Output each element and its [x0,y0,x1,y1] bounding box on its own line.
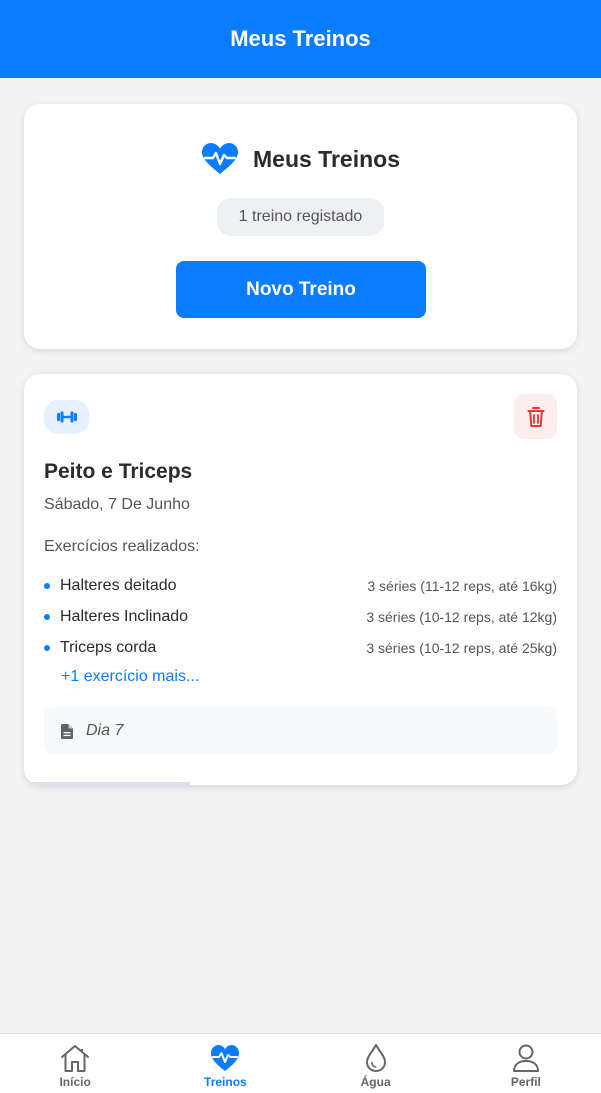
nav-item-workouts[interactable]: Treinos [150,1034,300,1093]
delete-workout-button[interactable] [514,394,557,439]
exercise-detail: 3 séries (10-12 reps, até 12kg) [366,608,557,625]
app-header: Meus Treinos [0,0,601,78]
nav-label-water: Água [360,1075,391,1089]
water-drop-icon [360,1043,392,1073]
workout-date: Sábado, 7 De Junho [44,496,190,513]
exercise-item: Halteres deitado 3 séries (11-12 reps, a… [44,570,557,601]
summary-heading: Meus Treinos [24,142,577,176]
nav-label-workouts: Treinos [204,1075,247,1089]
summary-card: Meus Treinos 1 treino registado Novo Tre… [24,104,577,349]
note-text: Dia 7 [86,722,124,739]
bullet-icon [44,645,50,651]
nav-label-home: Início [59,1075,91,1089]
exercise-item: Triceps corda 3 séries (10-12 reps, até … [44,632,557,663]
workout-note: Dia 7 [44,707,557,755]
workout-type-badge [44,400,89,434]
header-title: Meus Treinos [230,26,371,51]
exercise-detail: 3 séries (11-12 reps, até 16kg) [367,577,557,594]
home-icon [59,1043,91,1073]
workout-title: Peito e Triceps [44,460,193,483]
more-exercises-link[interactable]: +1 exercício mais... [61,668,199,686]
nav-item-water[interactable]: Água [301,1034,451,1093]
workout-count-text: 1 treino registado [238,208,363,225]
exercise-name: Halteres deitado [60,576,177,594]
exercises-heading: Exercícios realizados: [44,538,200,555]
nav-item-profile[interactable]: Perfil [451,1034,601,1093]
exercise-detail: 3 séries (10-12 reps, até 25kg) [366,639,557,656]
exercise-name: Triceps corda [60,638,157,656]
new-workout-button[interactable]: Novo Treino [176,261,426,318]
bullet-icon [44,583,50,589]
heart-pulse-icon [209,1043,241,1073]
exercise-list: Halteres deitado 3 séries (11-12 reps, a… [44,570,557,663]
dumbbell-icon [56,410,78,424]
user-icon [510,1043,542,1073]
heart-pulse-icon [201,142,239,176]
workout-card[interactable]: Peito e Triceps Sábado, 7 De Junho Exerc… [24,374,577,785]
exercise-item: Halteres Inclinado 3 séries (10-12 reps,… [44,601,557,632]
summary-title: Meus Treinos [253,145,400,172]
bottom-navigation: Início Treinos Água Perfil [0,1033,601,1093]
exercise-name: Halteres Inclinado [60,607,189,625]
bullet-icon [44,614,50,620]
trash-icon [527,406,545,428]
workout-count-badge: 1 treino registado [217,198,384,236]
nav-label-profile: Perfil [510,1075,541,1089]
nav-item-home[interactable]: Início [0,1034,150,1093]
document-icon [61,723,86,739]
card-accent-bar [24,782,190,785]
